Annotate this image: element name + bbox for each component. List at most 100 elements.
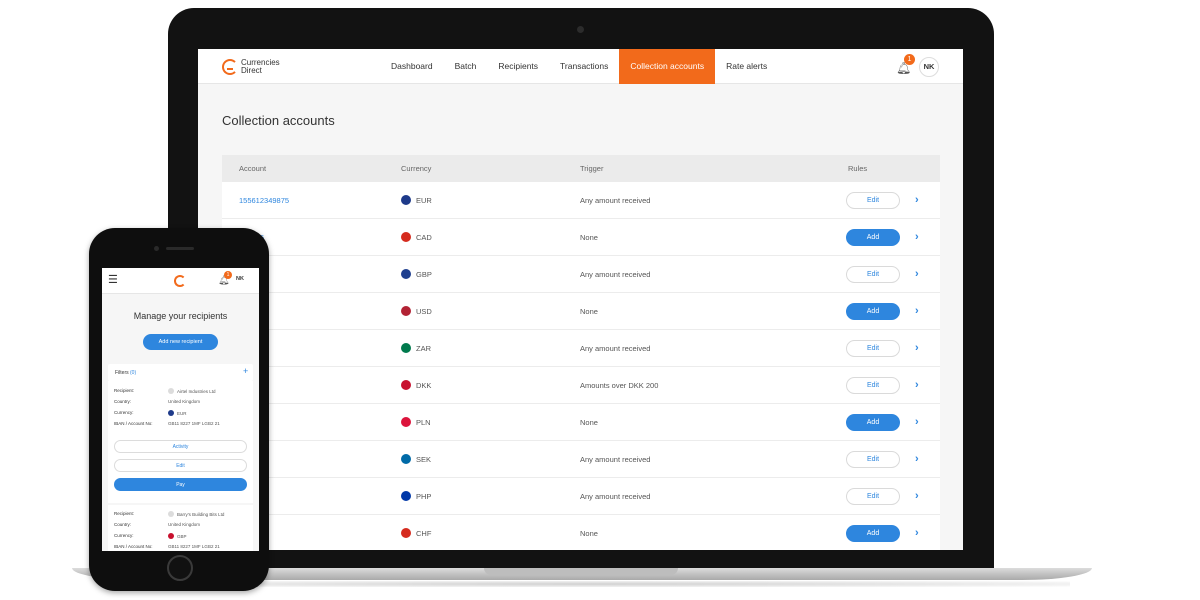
laptop-screen: Currencies Direct Dashboard Batch Recipi… <box>198 49 963 550</box>
pay-button[interactable]: Pay <box>114 478 247 491</box>
mobile-logo-icon[interactable] <box>174 275 186 287</box>
edit-rule-button[interactable]: Edit <box>846 376 900 394</box>
phone-speaker <box>166 247 194 250</box>
star-icon[interactable] <box>168 388 174 394</box>
filters-count: (0) <box>130 370 137 376</box>
edit-rule-button[interactable]: Edit <box>846 450 900 468</box>
trigger-text: Amounts over DKK 200 <box>580 380 659 390</box>
nav-item-recipients[interactable]: Recipients <box>487 49 549 84</box>
table-row[interactable]: 49875ZARAny amount receivedEdit› <box>222 330 940 367</box>
table-row[interactable]: 155612349875 EUR Any amount received Edit › <box>222 182 940 219</box>
mobile-page-title: Manage your recipients <box>133 311 228 321</box>
trigger-text: Any amount received <box>580 269 651 279</box>
gbp-flag-icon <box>168 533 174 539</box>
nav-item-collection-accounts[interactable]: Collection accounts <box>619 49 716 84</box>
currency-code: SEK <box>416 454 432 464</box>
trigger-text: None <box>580 528 598 538</box>
chevron-right-icon[interactable]: › <box>915 453 919 465</box>
column-header-currency: Currency <box>401 164 432 173</box>
currency-code: CHF <box>416 528 432 538</box>
cad-flag-icon <box>401 232 411 242</box>
chevron-right-icon[interactable]: › <box>915 268 919 280</box>
recipient-card: Recipient: Barry's Building Bits Ltd Cou… <box>108 505 253 551</box>
table-body: 155612349875EURAny amount receivedEdit›3… <box>222 182 940 550</box>
logo-text-line2: Direct <box>241 66 262 75</box>
php-flag-icon <box>401 491 411 501</box>
add-new-recipient-button[interactable]: Add new recipient <box>143 334 218 350</box>
table-row[interactable]: 49123GBPAny amount receivedEdit› <box>222 256 940 293</box>
nav-menu: Dashboard Batch Recipients Transactions … <box>380 49 778 84</box>
brand-logo[interactable]: Currencies Direct <box>222 59 280 75</box>
notifications-button[interactable]: 🔔︎ 1 <box>896 54 915 75</box>
trigger-text: None <box>580 232 598 242</box>
table-row[interactable]: 49789PLNNoneAdd› <box>222 404 940 441</box>
sek-flag-icon <box>401 454 411 464</box>
star-icon[interactable] <box>168 511 174 517</box>
chevron-right-icon[interactable]: › <box>915 231 919 243</box>
table-row[interactable]: 49456DKKAmounts over DKK 200Edit› <box>222 367 940 404</box>
edit-rule-button[interactable]: Edit <box>846 265 900 283</box>
currency-code: PLN <box>416 417 431 427</box>
phone-home-button <box>167 555 193 581</box>
edit-button[interactable]: Edit <box>114 459 247 472</box>
add-rule-button[interactable]: Add <box>846 413 900 431</box>
iban-label: IBAN / Account No: <box>114 421 153 426</box>
iban-value: GB11 8227 1MF LGB2 21 <box>168 421 220 426</box>
add-rule-button[interactable]: Add <box>846 302 900 320</box>
nav-item-rate-alerts[interactable]: Rate alerts <box>715 49 778 84</box>
activity-button[interactable]: Activity <box>114 440 247 453</box>
iban-value: GB11 8227 1MF LGB2 21 <box>168 544 220 549</box>
currency-code: ZAR <box>416 343 431 353</box>
currency-label: Currency: <box>114 533 134 538</box>
chevron-right-icon[interactable]: › <box>915 342 919 354</box>
laptop-camera <box>577 26 584 33</box>
trigger-text: Any amount received <box>580 343 651 353</box>
table-row[interactable]: 49413PHPAny amount receivedEdit› <box>222 478 940 515</box>
currency-code: USD <box>416 306 432 316</box>
nav-item-dashboard[interactable]: Dashboard <box>380 49 444 84</box>
chevron-right-icon[interactable]: › <box>915 305 919 317</box>
recipient-label: Recipient: <box>114 388 135 393</box>
edit-rule-button[interactable]: Edit <box>846 487 900 505</box>
trigger-text: None <box>580 306 598 316</box>
zar-flag-icon <box>401 343 411 353</box>
recipient-name: Barry's Building Bits Ltd <box>177 511 225 517</box>
phone-screen: ☰ 🔔︎ 1 NK Manage your recipients Add new… <box>102 268 259 551</box>
hamburger-menu-icon[interactable]: ☰ <box>108 275 118 286</box>
account-number-link[interactable]: 155612349875 <box>239 196 289 205</box>
eur-flag-icon <box>401 195 411 205</box>
edit-rule-button[interactable]: Edit <box>846 191 900 209</box>
chf-flag-icon <box>401 528 411 538</box>
currency-code: PHP <box>416 491 432 501</box>
dkk-flag-icon <box>401 380 411 390</box>
table-row[interactable]: 349456CADNoneAdd› <box>222 219 940 256</box>
table-header: Account Currency Trigger Rules <box>222 155 940 182</box>
table-row[interactable]: 49145CHFNoneAdd› <box>222 515 940 550</box>
chevron-right-icon[interactable]: › <box>915 527 919 539</box>
country-value: United Kingdom <box>168 399 201 404</box>
chevron-right-icon[interactable]: › <box>915 490 919 502</box>
chevron-right-icon[interactable]: › <box>915 416 919 428</box>
trigger-text: None <box>580 417 598 427</box>
chevron-right-icon[interactable]: › <box>915 379 919 391</box>
mobile-notification-badge: 1 <box>224 271 232 279</box>
mobile-user-avatar[interactable]: NK <box>236 276 244 282</box>
page-title: Collection accounts <box>222 113 335 128</box>
table-row[interactable]: 49112SEKAny amount receivedEdit› <box>222 441 940 478</box>
chevron-right-icon[interactable]: › <box>915 194 919 206</box>
add-rule-button[interactable]: Add <box>846 524 900 542</box>
mobile-header: ☰ 🔔︎ 1 NK <box>102 268 259 294</box>
filters-panel[interactable]: Filters (0) + <box>108 364 253 381</box>
add-rule-button[interactable]: Add <box>846 228 900 246</box>
edit-rule-button[interactable]: Edit <box>846 339 900 357</box>
currency-label: Currency: <box>114 410 134 415</box>
gbp-flag-icon <box>401 269 411 279</box>
currency-value: GBP <box>177 533 187 539</box>
nav-item-batch[interactable]: Batch <box>444 49 488 84</box>
table-row[interactable]: 49789USDNoneAdd› <box>222 293 940 330</box>
user-avatar[interactable]: NK <box>919 57 939 77</box>
nav-item-transactions[interactable]: Transactions <box>549 49 619 84</box>
eur-flag-icon <box>168 410 174 416</box>
add-filter-icon[interactable]: + <box>243 366 248 376</box>
currency-code: CAD <box>416 232 432 242</box>
